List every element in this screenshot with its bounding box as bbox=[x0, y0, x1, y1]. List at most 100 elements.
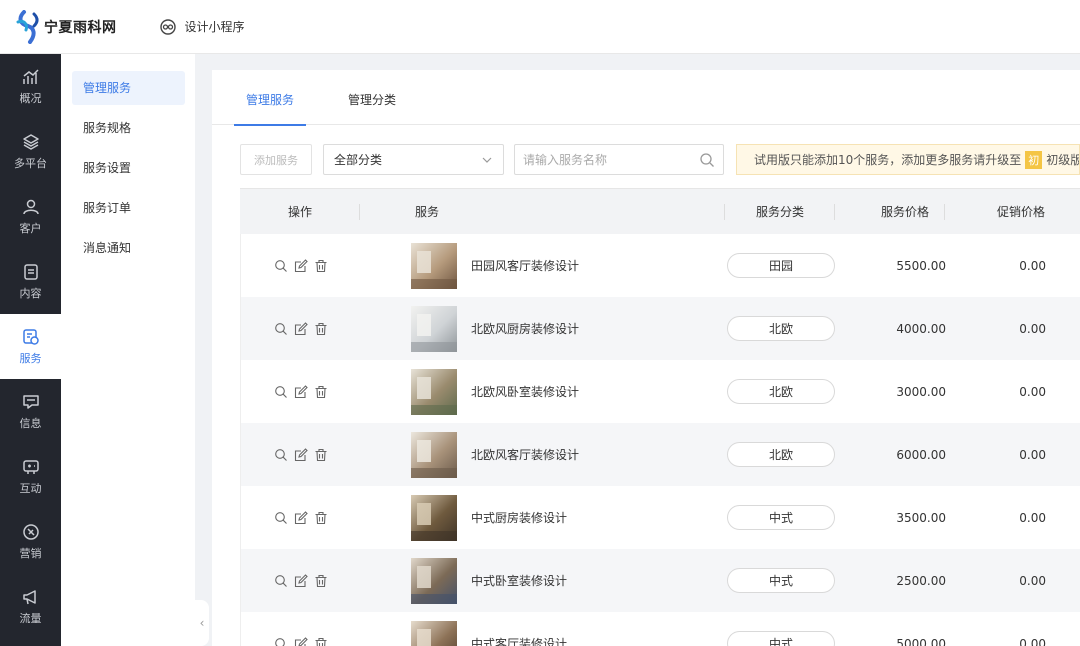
tab-manage-services[interactable]: 管理服务 bbox=[234, 70, 307, 126]
submenu-item-manage-services[interactable]: 管理服务 bbox=[72, 71, 185, 105]
row-price: 3000.00 bbox=[836, 385, 946, 399]
service-thumbnail[interactable] bbox=[411, 305, 457, 352]
service-icon bbox=[22, 328, 39, 345]
view-icon[interactable] bbox=[274, 511, 288, 525]
row-actions bbox=[241, 636, 361, 646]
rail-label: 营销 bbox=[19, 546, 42, 560]
chart-icon bbox=[22, 68, 39, 84]
rail-item-overview[interactable]: 概况 bbox=[0, 54, 61, 119]
edit-icon[interactable] bbox=[294, 510, 308, 525]
submenu-item-service-specs[interactable]: 服务规格 bbox=[72, 111, 185, 145]
row-promo-price: 0.00 bbox=[946, 448, 1046, 462]
submenu-item-service-orders[interactable]: 服务订单 bbox=[72, 191, 185, 225]
view-icon[interactable] bbox=[274, 448, 288, 462]
upgrade-badge[interactable]: 初 bbox=[1025, 150, 1043, 169]
edit-icon[interactable] bbox=[294, 258, 308, 273]
collapse-submenu-button[interactable]: ‹ bbox=[195, 600, 209, 646]
rail-label: 信息 bbox=[19, 416, 42, 430]
chevron-left-icon: ‹ bbox=[199, 616, 205, 630]
interact-icon bbox=[22, 459, 39, 474]
table-row: 中式客厅装修设计 中式 5000.00 0.00 bbox=[240, 612, 1080, 646]
service-thumbnail[interactable] bbox=[411, 242, 457, 289]
rail-item-messages[interactable]: 信息 bbox=[0, 379, 61, 444]
rail-item-traffic[interactable]: 流量 bbox=[0, 574, 61, 639]
service-name[interactable]: 北欧风客厅装修设计 bbox=[471, 446, 579, 463]
row-service: 中式厨房装修设计 bbox=[361, 494, 726, 541]
row-service: 田园风客厅装修设计 bbox=[361, 242, 726, 289]
service-price: 3000.00 bbox=[896, 384, 946, 399]
edit-icon[interactable] bbox=[294, 447, 308, 462]
view-icon[interactable] bbox=[274, 637, 288, 646]
view-icon[interactable] bbox=[274, 574, 288, 588]
view-icon[interactable] bbox=[274, 385, 288, 399]
service-name[interactable]: 中式卧室装修设计 bbox=[471, 572, 567, 589]
rail-item-content[interactable]: 内容 bbox=[0, 249, 61, 314]
service-thumbnail[interactable] bbox=[411, 557, 457, 604]
tab-manage-categories[interactable]: 管理分类 bbox=[336, 70, 408, 125]
rail-item-multiplatform[interactable]: 多平台 bbox=[0, 119, 61, 184]
service-thumbnail[interactable] bbox=[411, 494, 457, 541]
service-name[interactable]: 中式客厅装修设计 bbox=[471, 635, 567, 646]
mini-program-switch[interactable]: 设计小程序 bbox=[159, 18, 245, 36]
rail-item-marketing[interactable]: 营销 bbox=[0, 509, 61, 574]
brand-name: 宁夏雨科网 bbox=[44, 19, 117, 36]
edit-icon[interactable] bbox=[294, 636, 308, 646]
thumbnail-window-shape bbox=[417, 250, 431, 273]
rail-item-interaction[interactable]: 互动 bbox=[0, 444, 61, 509]
service-thumbnail[interactable] bbox=[411, 620, 457, 646]
search-input[interactable] bbox=[523, 152, 693, 167]
view-icon[interactable] bbox=[274, 259, 288, 273]
search-icon[interactable] bbox=[699, 152, 715, 168]
thumbnail-floor-shape bbox=[411, 530, 457, 541]
rail-item-services[interactable]: 服务 bbox=[0, 314, 61, 379]
service-thumbnail[interactable] bbox=[411, 431, 457, 478]
delete-icon[interactable] bbox=[314, 637, 328, 646]
delete-icon[interactable] bbox=[314, 511, 328, 525]
table-row: 中式卧室装修设计 中式 2500.00 0.00 bbox=[240, 549, 1080, 612]
row-price: 2500.00 bbox=[836, 574, 946, 588]
edit-icon[interactable] bbox=[294, 384, 308, 399]
row-promo-price: 0.00 bbox=[946, 385, 1046, 399]
delete-icon[interactable] bbox=[314, 574, 328, 588]
message-icon bbox=[22, 394, 39, 409]
thumbnail-window-shape bbox=[417, 439, 431, 462]
header-promo-label: 促销价格 bbox=[996, 205, 1045, 219]
table-row: 北欧风卧室装修设计 北欧 3000.00 0.00 bbox=[240, 360, 1080, 423]
brand-logo[interactable]: 宁夏雨科网 bbox=[16, 9, 117, 44]
submenu-item-service-settings[interactable]: 服务设置 bbox=[72, 151, 185, 185]
delete-icon[interactable] bbox=[314, 322, 328, 336]
submenu-item-notifications[interactable]: 消息通知 bbox=[72, 231, 185, 265]
row-service: 北欧风卧室装修设计 bbox=[361, 368, 726, 415]
row-actions bbox=[241, 321, 361, 336]
main-nav-rail: 概况 多平台 客户 内容 服务 信息 互动 营销 流量 bbox=[0, 54, 61, 646]
service-name[interactable]: 中式厨房装修设计 bbox=[471, 509, 567, 526]
category-pill: 北欧 bbox=[727, 379, 835, 404]
delete-icon[interactable] bbox=[314, 259, 328, 273]
row-actions bbox=[241, 258, 361, 273]
thumbnail-floor-shape bbox=[411, 467, 457, 478]
rail-label: 客户 bbox=[19, 221, 42, 235]
view-icon[interactable] bbox=[274, 322, 288, 336]
service-name[interactable]: 田园风客厅装修设计 bbox=[471, 257, 579, 274]
rail-item-customers[interactable]: 客户 bbox=[0, 184, 61, 249]
thumbnail-floor-shape bbox=[411, 593, 457, 604]
megaphone-icon bbox=[22, 589, 36, 604]
row-category: 田园 bbox=[726, 253, 836, 278]
row-price: 4000.00 bbox=[836, 322, 946, 336]
edit-icon[interactable] bbox=[294, 321, 308, 336]
category-select[interactable]: 全部分类 bbox=[323, 144, 504, 175]
promo-price: 0.00 bbox=[1019, 636, 1046, 646]
row-promo-price: 0.00 bbox=[946, 637, 1046, 646]
main-panel: 管理服务 管理分类 添加服务 全部分类 试用版只能添加10个服务，添加更多服务请… bbox=[212, 70, 1080, 646]
edit-icon[interactable] bbox=[294, 573, 308, 588]
add-service-button[interactable]: 添加服务 bbox=[240, 144, 312, 175]
toolbar: 添加服务 全部分类 试用版只能添加10个服务，添加更多服务请升级至 初 初级版 bbox=[240, 144, 1080, 175]
service-name[interactable]: 北欧风厨房装修设计 bbox=[471, 320, 579, 337]
delete-icon[interactable] bbox=[314, 385, 328, 399]
delete-icon[interactable] bbox=[314, 448, 328, 462]
rail-label: 多平台 bbox=[14, 156, 47, 170]
trial-limit-notice: 试用版只能添加10个服务，添加更多服务请升级至 初 初级版 bbox=[736, 144, 1080, 175]
service-name[interactable]: 北欧风卧室装修设计 bbox=[471, 383, 579, 400]
table-row: 北欧风客厅装修设计 北欧 6000.00 0.00 bbox=[240, 423, 1080, 486]
service-thumbnail[interactable] bbox=[411, 368, 457, 415]
